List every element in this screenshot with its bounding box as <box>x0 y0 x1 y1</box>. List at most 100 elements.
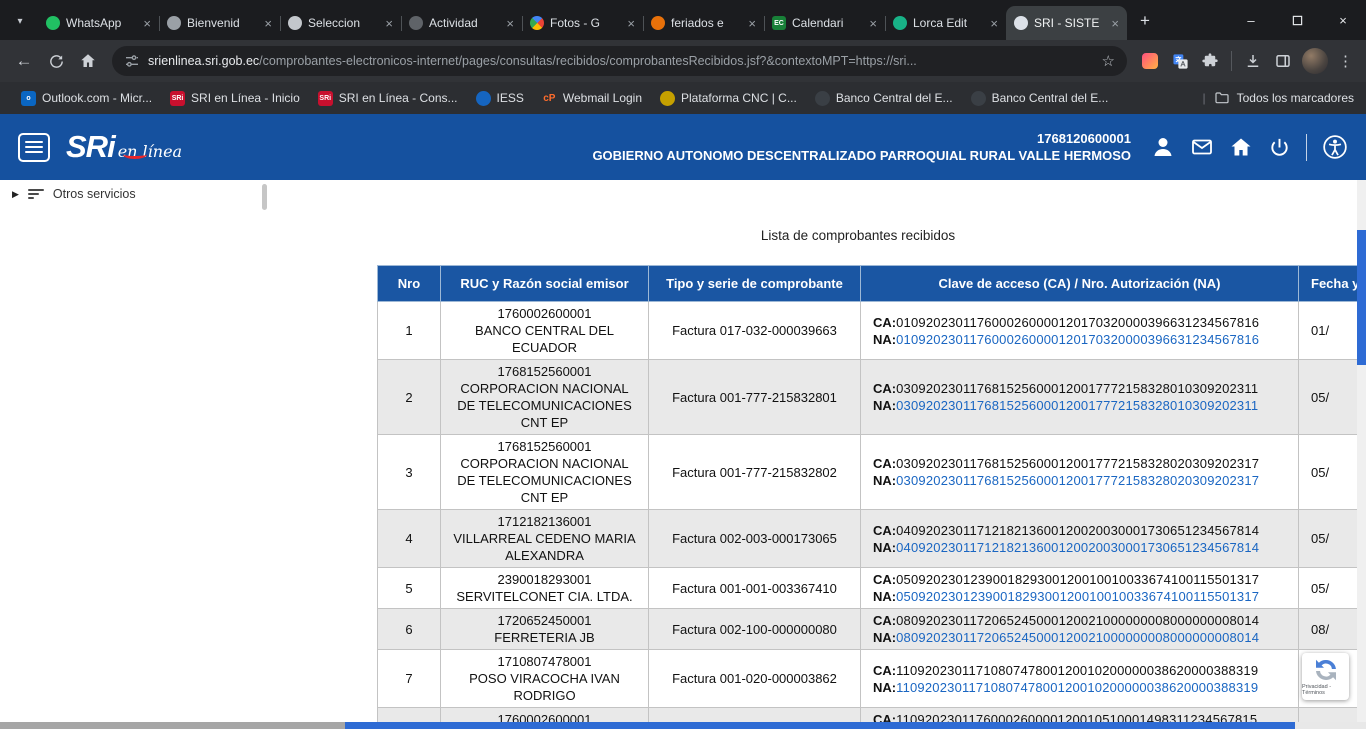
bookmark-webmail-login[interactable]: cPWebmail Login <box>533 88 651 109</box>
url-text[interactable]: srienlinea.sri.gob.ec/comprobantes-elect… <box>148 54 1094 68</box>
bookmark-banco-central-del-e[interactable]: Banco Central del E... <box>806 88 962 109</box>
tab-close-icon[interactable]: × <box>627 17 635 30</box>
vertical-scrollbar-thumb[interactable] <box>1357 230 1366 365</box>
extension-colorful-icon[interactable] <box>1135 46 1165 76</box>
ca-label: CA: <box>873 663 896 678</box>
cell-clave-acceso: CA:1109202301171080747800120010200000038… <box>861 650 1299 708</box>
user-icon[interactable] <box>1151 135 1175 159</box>
table-header-row: Nro RUC y Razón social emisor Tipo y ser… <box>378 266 1366 302</box>
bookmark-outlook-com-micr[interactable]: oOutlook.com - Micr... <box>12 88 161 109</box>
ca-line: CA:0309202301176815256000120017772158328… <box>873 455 1290 472</box>
new-tab-button[interactable]: + <box>1131 7 1159 35</box>
razon-social-line: ECUADOR <box>449 339 640 356</box>
bookmark-label: Banco Central del E... <box>992 91 1109 105</box>
bookmark-sri-en-l-nea-inicio[interactable]: SRiSRI en Línea - Inicio <box>161 88 309 109</box>
browser-menu-icon[interactable]: ⋮ <box>1332 46 1358 76</box>
side-panel-icon[interactable] <box>1268 46 1298 76</box>
col-header-fecha: Fecha y <box>1299 266 1366 302</box>
sidebar-scrollbar-thumb[interactable] <box>262 184 267 210</box>
cell-fecha: 01/ <box>1299 302 1366 360</box>
taxpayer-name: GOBIERNO AUTONOMO DESCENTRALIZADO PARROQ… <box>592 147 1131 164</box>
tab-actividad[interactable]: Actividad× <box>401 6 522 40</box>
recaptcha-badge[interactable]: Privacidad - Términos <box>1302 653 1349 700</box>
cell-fecha: 05/ <box>1299 510 1366 568</box>
page-title: Lista de comprobantes recibidos <box>377 228 1339 243</box>
cell-tipo-serie: Factura 001-777-215832801 <box>649 360 861 435</box>
tab-favicon-icon: EC <box>772 16 786 30</box>
home-button[interactable] <box>72 45 104 77</box>
back-button[interactable]: ← <box>8 45 40 77</box>
horizontal-scrollbar-thumb[interactable] <box>345 722 1295 729</box>
sri-logo[interactable]: SRi en línea <box>66 129 182 165</box>
recaptcha-icon <box>1314 658 1338 682</box>
tab-seleccion[interactable]: Seleccion× <box>280 6 401 40</box>
tab-close-icon[interactable]: × <box>264 17 272 30</box>
site-settings-icon[interactable] <box>124 53 140 69</box>
bookmark-iess[interactable]: IESS <box>467 88 533 109</box>
address-bar[interactable]: srienlinea.sri.gob.ec/comprobantes-elect… <box>112 46 1127 76</box>
razon-social-line: CNT EP <box>449 414 640 431</box>
home-app-icon[interactable] <box>1229 135 1253 159</box>
na-value[interactable]: 1109202301171080747800120010200000038620… <box>896 680 1258 695</box>
cell-tipo-serie: Factura 001-020-000003862 <box>649 650 861 708</box>
tab-bienvenid[interactable]: Bienvenid× <box>159 6 280 40</box>
tab-calendari[interactable]: ECCalendari× <box>764 6 885 40</box>
na-value[interactable]: 0309202301176815256000120017772158328010… <box>896 398 1258 413</box>
ca-value: 0409202301171218213600120020030001730651… <box>896 523 1259 538</box>
menu-icon[interactable] <box>18 133 50 162</box>
tab-close-icon[interactable]: × <box>869 17 877 30</box>
tab-close-icon[interactable]: × <box>748 17 756 30</box>
accessibility-icon[interactable] <box>1322 134 1348 160</box>
power-icon[interactable] <box>1268 136 1291 159</box>
downloads-icon[interactable] <box>1238 46 1268 76</box>
maximize-button[interactable] <box>1274 0 1320 40</box>
razon-social-line: BANCO CENTRAL DEL <box>449 322 640 339</box>
tab-close-icon[interactable]: × <box>506 17 514 30</box>
otros-servicios-icon <box>28 189 44 199</box>
tab-feriados-e[interactable]: feriados e× <box>643 6 764 40</box>
bookmark-favicon-icon: SRi <box>170 91 185 106</box>
minimize-button[interactable]: – <box>1228 0 1274 40</box>
close-button[interactable]: × <box>1320 0 1366 40</box>
tab-whatsapp[interactable]: WhatsApp × <box>38 6 159 40</box>
tab-close-icon[interactable]: × <box>143 17 151 30</box>
sidebar-item-otros-servicios[interactable]: ▶ Otros servicios <box>0 187 136 201</box>
bookmark-banco-central-del-e[interactable]: Banco Central del E... <box>962 88 1118 109</box>
cell-fecha: 08/ <box>1299 609 1366 650</box>
search-tabs-icon[interactable]: ▾ <box>6 7 34 35</box>
bookmark-star-icon[interactable]: ☆ <box>1094 52 1115 70</box>
extensions-puzzle-icon[interactable] <box>1195 46 1225 76</box>
na-value[interactable]: 0809202301172065245000120021000000008000… <box>896 630 1259 645</box>
tab-fotos-g[interactable]: Fotos - G× <box>522 6 643 40</box>
bookmark-sri-en-l-nea-cons[interactable]: SRiSRI en Línea - Cons... <box>309 88 467 109</box>
table-row: 71710807478001POSO VIRACOCHA IVANRODRIGO… <box>378 650 1366 708</box>
cell-nro: 3 <box>378 435 441 510</box>
cell-clave-acceso: CA:0309202301176815256000120017772158328… <box>861 360 1299 435</box>
tab-close-icon[interactable]: × <box>385 17 393 30</box>
profile-avatar[interactable] <box>1302 48 1328 74</box>
recaptcha-terms[interactable]: Privacidad - Términos <box>1302 684 1349 696</box>
ca-value: 0309202301176815256000120017772158328010… <box>896 381 1258 396</box>
translate-icon[interactable] <box>1165 46 1195 76</box>
reload-button[interactable] <box>40 45 72 77</box>
tab-title: WhatsApp <box>66 16 137 30</box>
all-bookmarks-button[interactable]: Todos los marcadores <box>1214 90 1354 106</box>
bookmark-plataforma-cnc-c[interactable]: Plataforma CNC | C... <box>651 88 806 109</box>
sidebar-item-label: Otros servicios <box>53 187 136 201</box>
cell-clave-acceso: CA:0309202301176815256000120017772158328… <box>861 435 1299 510</box>
cell-nro: 5 <box>378 568 441 609</box>
cell-ruc-razon: 1712182136001VILLARREAL CEDENO MARIAALEX… <box>441 510 649 568</box>
tab-close-icon[interactable]: × <box>990 17 998 30</box>
tab-close-icon[interactable]: × <box>1111 17 1119 30</box>
mail-icon[interactable] <box>1190 135 1214 159</box>
tab-sri-siste[interactable]: SRI - SISTE× <box>1006 6 1127 40</box>
razon-social-line: CORPORACION NACIONAL <box>449 455 640 472</box>
tab-lorca-edit[interactable]: Lorca Edit× <box>885 6 1006 40</box>
na-label: NA: <box>873 589 896 604</box>
na-value[interactable]: 0409202301171218213600120020030001730651… <box>896 540 1259 555</box>
na-value[interactable]: 0309202301176815256000120017772158328020… <box>896 473 1259 488</box>
bookmark-label: Outlook.com - Micr... <box>42 91 152 105</box>
na-value[interactable]: 0509202301239001829300120010010033674100… <box>896 589 1259 604</box>
url-path: /comprobantes-electronicos-internet/page… <box>259 54 917 68</box>
na-value[interactable]: 0109202301176000260000120170320000396631… <box>896 332 1259 347</box>
